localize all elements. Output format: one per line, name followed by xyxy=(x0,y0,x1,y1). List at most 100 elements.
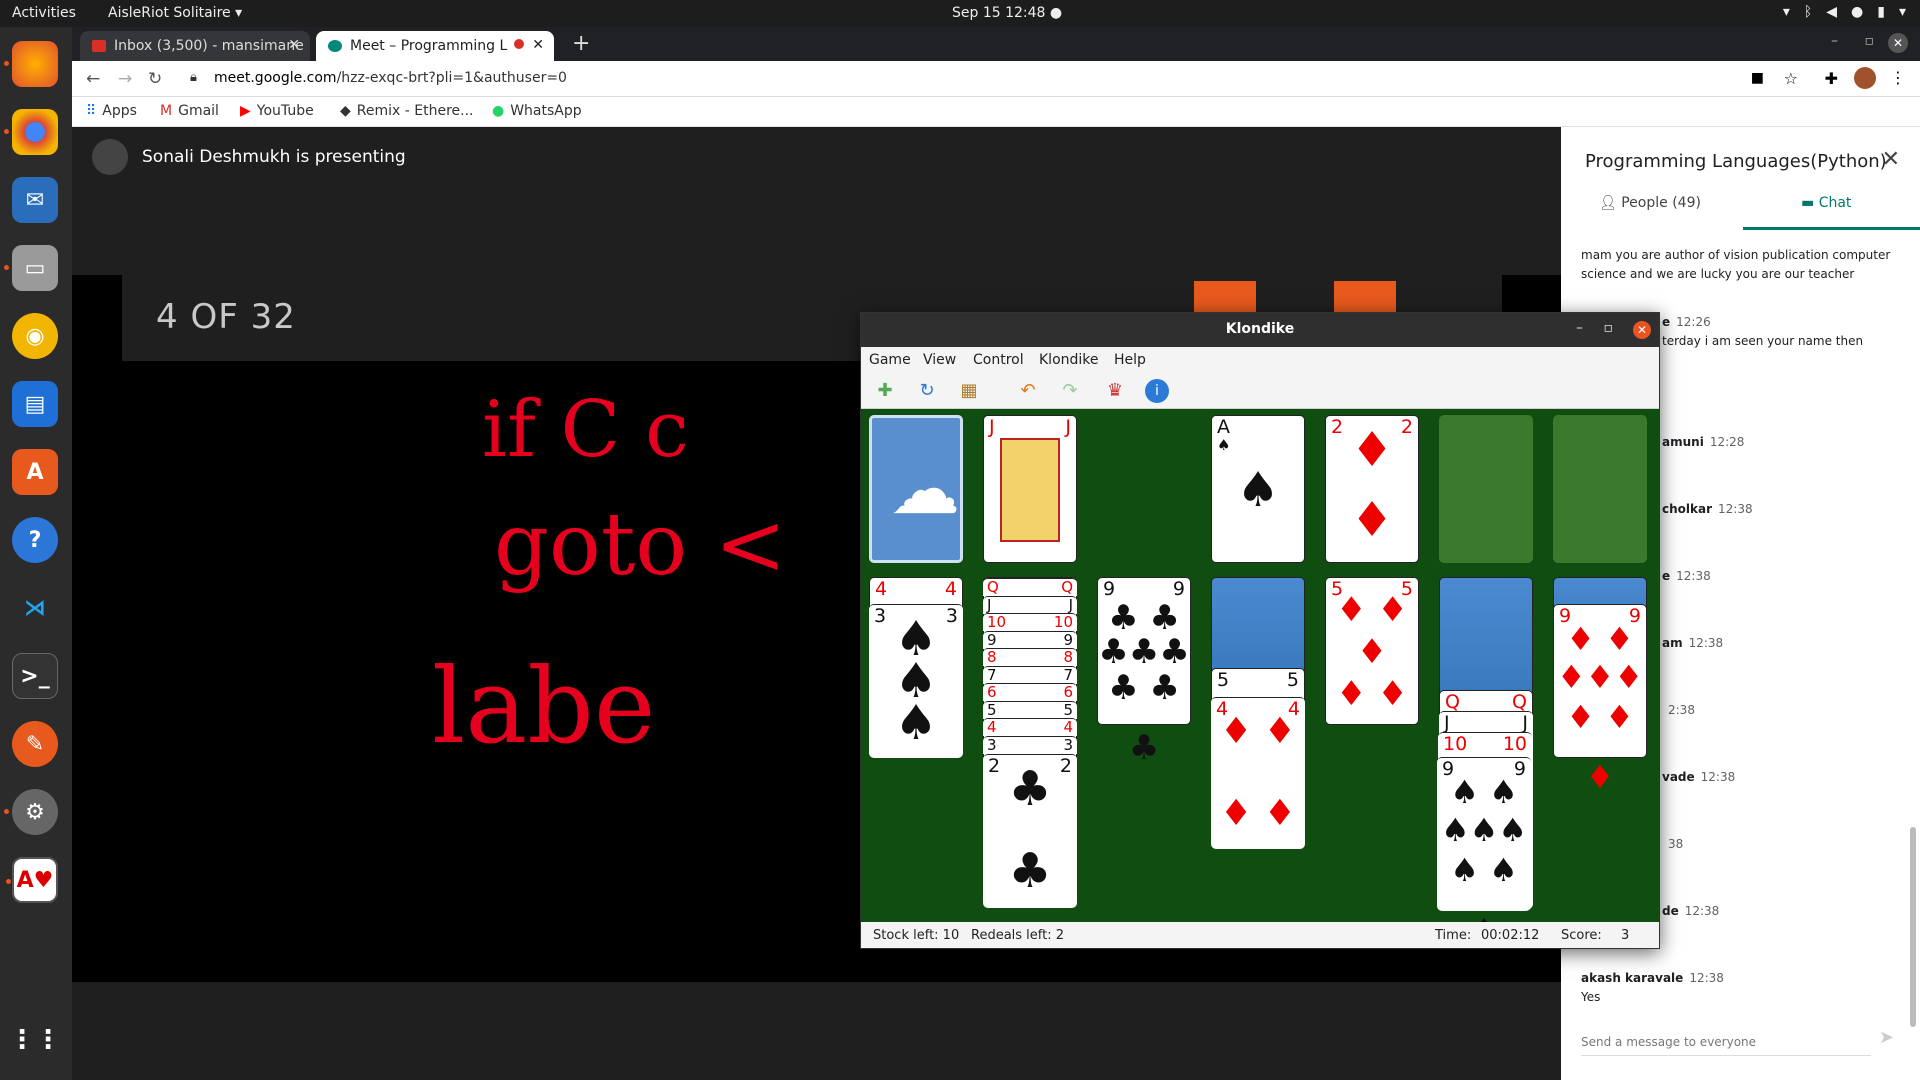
new-tab-button[interactable]: + xyxy=(572,31,590,56)
bookmark-whatsapp[interactable]: ● WhatsApp xyxy=(492,103,582,119)
chrome-icon[interactable] xyxy=(4,109,58,155)
menu-game[interactable]: Game xyxy=(869,352,911,368)
chat-message-input[interactable]: Send a message to everyone xyxy=(1581,1035,1871,1056)
card-rank: 4 xyxy=(944,578,957,600)
score-value: 3 xyxy=(1621,928,1630,943)
back-button[interactable]: ← xyxy=(86,69,100,89)
app-menu[interactable]: AisleRiot Solitaire ▾ xyxy=(108,5,242,21)
card[interactable]: J J 10 10 9 9 ♠ ♠ ♠♠♠ ♠ ♠ ♠ xyxy=(1437,711,1533,922)
stacked-card[interactable]: 55 xyxy=(983,700,1077,719)
menu-control[interactable]: Control xyxy=(973,352,1024,368)
camera-icon[interactable]: ■ xyxy=(1751,70,1764,86)
terminal-icon[interactable]: >_ xyxy=(12,653,58,699)
stacked-card[interactable]: QQ xyxy=(983,578,1077,596)
stacked-card[interactable]: 77 xyxy=(983,665,1077,684)
card[interactable]: 2 2 ♣ ♣ xyxy=(983,754,1077,908)
stacked-card[interactable]: 88 xyxy=(983,648,1077,666)
waste-pile[interactable]: J J xyxy=(983,415,1077,563)
redo-icon[interactable]: ↷ xyxy=(1058,379,1082,403)
info-icon[interactable]: i xyxy=(1145,379,1169,403)
tab-chat[interactable]: ▬ Chat xyxy=(1801,195,1851,211)
stacked-card[interactable]: 33 xyxy=(983,735,1077,754)
postman-icon[interactable]: ✎ xyxy=(12,721,58,767)
card[interactable]: 4 4 ♦ ♦ ♦ ♦ xyxy=(1211,697,1305,849)
card[interactable]: Q Q J J 10 10 9 9 ♠ ♠ ♠♠♠ ♠ ♠ ♠ xyxy=(1437,690,1533,922)
software-center-icon[interactable]: A xyxy=(12,449,58,495)
foundation-3[interactable] xyxy=(1439,415,1533,563)
stacked-card[interactable]: 10 10 xyxy=(983,613,1077,631)
tab-close-icon[interactable]: ✕ xyxy=(288,37,300,53)
tableau-column-2[interactable]: Q Q J J 10 10 9 9 8 8 7 7 6 6 5 5 4 4 3 3 2 2 ♣ ♣ xyxy=(983,577,1077,908)
bookmark-apps[interactable]: ⠿ Apps xyxy=(86,103,137,119)
solitaire-icon[interactable]: A♥ xyxy=(6,857,58,903)
close-window-button[interactable]: ✕ xyxy=(1888,33,1908,53)
help-icon[interactable]: ? xyxy=(12,517,58,563)
card[interactable]: 5 5 4 4 ♦ ♦ ♦ ♦ xyxy=(1211,668,1305,849)
tab-gmail[interactable]: Inbox (3,500) - mansimane ✕ xyxy=(80,31,310,61)
chrome-menu-icon[interactable]: ⋮ xyxy=(1890,68,1906,87)
bookmark-star-icon[interactable]: ☆ xyxy=(1784,69,1798,88)
undo-icon[interactable]: ↶ xyxy=(1016,379,1040,403)
bookmark-remix[interactable]: ◆ Remix - Ethere... xyxy=(340,103,474,119)
card[interactable]: 9 9 ♠ ♠ ♠♠♠ ♠ ♠ ♠ xyxy=(1437,757,1531,922)
menu-help[interactable]: Help xyxy=(1114,352,1146,368)
maximize-button[interactable]: ▫ xyxy=(1604,320,1614,336)
hint-icon[interactable]: ♛ xyxy=(1103,379,1127,403)
menu-klondike[interactable]: Klondike xyxy=(1039,352,1099,368)
chat-scrollbar[interactable] xyxy=(1910,827,1916,1027)
rhythmbox-icon[interactable]: ◉ xyxy=(12,313,58,359)
close-button[interactable]: ✕ xyxy=(1633,321,1651,339)
foundation-1[interactable]: A ♠ ♠ xyxy=(1211,415,1305,563)
select-game-icon[interactable]: ▦ xyxy=(957,379,981,403)
stacked-card[interactable]: 44 xyxy=(983,718,1077,736)
tableau-column-3[interactable]: 9 9 ♣ ♣ ♣♣♣ ♣ ♣ ♣ xyxy=(1097,577,1191,768)
forward-button[interactable]: → xyxy=(118,69,132,89)
close-panel-icon[interactable]: ✕ xyxy=(1882,147,1900,172)
tableau-column-6[interactable]: Q Q J J 10 10 9 9 ♠ ♠ ♠♠♠ ♠ ♠ ♠ xyxy=(1437,577,1533,922)
stacked-card[interactable]: 99 xyxy=(983,630,1077,649)
card[interactable]: 3 3 ♠ ♠ ♠ xyxy=(869,604,963,758)
minimize-button[interactable]: – xyxy=(1576,320,1583,336)
settings-icon[interactable]: ⚙ xyxy=(4,789,58,835)
reload-button[interactable]: ↻ xyxy=(148,69,162,89)
system-tray[interactable]: ▾ ᛒ ◀ ● ▮ ▾ xyxy=(1783,4,1906,20)
profile-avatar[interactable] xyxy=(1854,67,1876,89)
stacked-card[interactable]: 66 xyxy=(983,683,1077,701)
tab-meet[interactable]: Meet – Programming L ✕ xyxy=(316,31,554,61)
restart-icon[interactable]: ↻ xyxy=(915,379,939,403)
card[interactable]: 9 9 ♦ ♦ ♦♦♦ ♦ ♦ ♦ xyxy=(1553,604,1647,796)
tableau-column-4[interactable]: 5 5 4 4 ♦ ♦ ♦ ♦ xyxy=(1211,577,1305,849)
tab-people[interactable]: 👤︎ People (49) xyxy=(1599,195,1701,211)
card[interactable]: 10 10 9 9 ♠ ♠ ♠♠♠ ♠ ♠ ♠ xyxy=(1437,732,1532,922)
foundation-4[interactable] xyxy=(1553,415,1647,563)
clock[interactable]: Sep 15 12:48 ● xyxy=(952,5,1062,21)
bookmark-gmail[interactable]: M Gmail xyxy=(160,103,219,119)
firefox-icon[interactable] xyxy=(4,41,58,87)
writer-icon[interactable]: ▤ xyxy=(12,381,58,427)
url-field[interactable]: meet.google.com/hzz-exqc-brt?pli=1&authu… xyxy=(214,70,567,86)
files-icon[interactable]: ▭ xyxy=(4,245,58,291)
foundation-2[interactable]: 2 2 ♦ ♦ xyxy=(1325,415,1419,563)
stock-pile[interactable]: ☁ xyxy=(869,415,963,563)
vscode-icon[interactable]: ⋊ xyxy=(12,585,58,631)
tableau-column-1[interactable]: 4 4 3 3 ♠ ♠ ♠ xyxy=(869,577,963,758)
card-pip: ♦ ♦ xyxy=(1220,793,1296,834)
activities-button[interactable]: Activities xyxy=(12,5,76,21)
stacked-card[interactable]: JJ xyxy=(983,595,1077,614)
send-icon[interactable]: ➤ xyxy=(1879,1027,1894,1048)
new-game-icon[interactable]: ✚ xyxy=(873,379,897,403)
extensions-icon[interactable]: ✚ xyxy=(1825,69,1838,88)
bookmark-youtube[interactable]: ▶ YouTube xyxy=(240,103,314,119)
show-applications-icon[interactable]: ⋮⋮ xyxy=(9,1017,61,1063)
tableau-column-5[interactable]: 5 5 ♦ ♦ ♦ ♦ ♦ xyxy=(1325,577,1419,725)
menu-view[interactable]: View xyxy=(923,352,956,368)
tableau-column-7[interactable]: 9 9 ♦ ♦ ♦♦♦ ♦ ♦ ♦ xyxy=(1553,577,1647,796)
system-top-bar: Activities AisleRiot Solitaire ▾ Sep 15 … xyxy=(0,0,1920,27)
tab-close-icon[interactable]: ✕ xyxy=(532,37,544,53)
lock-icon[interactable]: 🔒︎ xyxy=(190,70,197,85)
minimize-button[interactable]: – xyxy=(1831,33,1838,49)
card-rank: 3 xyxy=(987,735,997,754)
maximize-button[interactable]: ▫ xyxy=(1865,33,1875,49)
thunderbird-icon[interactable]: ✉ xyxy=(12,177,58,223)
klondike-titlebar[interactable]: Klondike – ▫ ✕ xyxy=(861,313,1659,347)
